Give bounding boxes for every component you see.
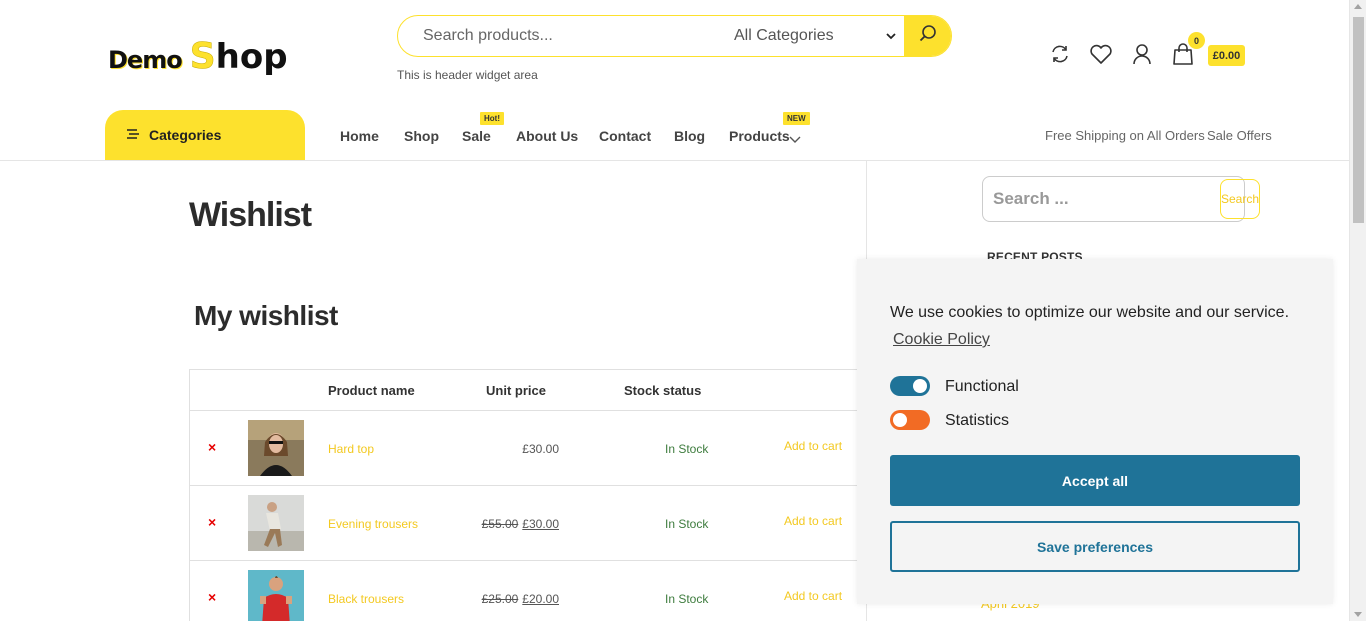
- cookie-policy-link[interactable]: Cookie Policy: [893, 331, 990, 349]
- statistics-label: Statistics: [945, 412, 1010, 429]
- sidebar-search: Search: [982, 176, 1261, 222]
- categories-button[interactable]: Categories: [105, 110, 305, 160]
- product-name-link[interactable]: Hard top: [328, 442, 374, 456]
- col-unit-price: Unit price: [486, 383, 546, 398]
- product-search-button[interactable]: [904, 16, 951, 56]
- chevron-down-icon: [789, 131, 801, 149]
- categories-label: Categories: [149, 127, 222, 143]
- header-divider: [0, 160, 1349, 161]
- product-thumbnail[interactable]: [248, 420, 304, 476]
- table-row: × Hard top £30.00 In Stock Add to cart: [190, 411, 869, 486]
- functional-toggle[interactable]: [890, 376, 930, 396]
- product-thumbnail[interactable]: [248, 495, 304, 551]
- nav-free-shipping[interactable]: Free Shipping on All Orders: [1045, 128, 1205, 143]
- wishlist-title: My wishlist: [194, 300, 338, 331]
- user-icon[interactable]: [1130, 42, 1154, 66]
- stock-status: In Stock: [665, 442, 709, 456]
- product-name-link[interactable]: Evening trousers: [328, 517, 418, 531]
- product-search-bar: All Categories: [397, 15, 952, 57]
- page-scrollbar[interactable]: [1349, 0, 1366, 621]
- product-search-input[interactable]: [398, 16, 724, 56]
- logo-text-demo: Demo: [108, 46, 183, 74]
- scroll-up-icon[interactable]: [1354, 4, 1362, 9]
- price-current: £20.00: [522, 592, 559, 606]
- cart-total[interactable]: £0.00: [1208, 45, 1245, 66]
- category-select-value: All Categories: [734, 27, 834, 44]
- price-old: £55.00: [481, 517, 519, 531]
- cart-count-badge: 0: [1188, 32, 1205, 49]
- toggle-knob: [913, 379, 927, 393]
- category-select[interactable]: All Categories: [724, 16, 904, 56]
- nav-sale-offers[interactable]: Sale Offers: [1207, 128, 1272, 143]
- nav-products[interactable]: Products: [729, 128, 790, 144]
- product-thumbnail[interactable]: [248, 570, 304, 621]
- save-preferences-button[interactable]: Save preferences: [890, 521, 1300, 572]
- nav-shop[interactable]: Shop: [404, 128, 439, 144]
- new-badge: NEW: [783, 112, 810, 125]
- header-widget-text: This is header widget area: [397, 68, 538, 82]
- compare-icon[interactable]: [1048, 42, 1072, 66]
- remove-item-button[interactable]: ×: [208, 439, 216, 455]
- unit-price: £25.00 £20.00: [482, 592, 559, 606]
- remove-item-button[interactable]: ×: [208, 514, 216, 530]
- functional-label: Functional: [945, 378, 1019, 395]
- search-icon: [918, 24, 938, 49]
- wishlist-table: Product name Unit price Stock status × H…: [189, 369, 869, 621]
- cookie-message: We use cookies to optimize our website a…: [890, 304, 1290, 321]
- nav-contact[interactable]: Contact: [599, 128, 651, 144]
- nav-blog[interactable]: Blog: [674, 128, 705, 144]
- cookie-consent-panel: We use cookies to optimize our website a…: [857, 259, 1333, 604]
- table-row: × Black trousers £25.00 £20.00 In Stock A…: [190, 561, 869, 621]
- add-to-cart-link[interactable]: Add to cart: [784, 589, 842, 603]
- site-logo[interactable]: Demo S hop: [108, 36, 288, 78]
- price-old: £25.00: [481, 592, 519, 606]
- scroll-down-icon[interactable]: [1354, 612, 1362, 617]
- sidebar-search-input[interactable]: [985, 179, 1220, 219]
- nav-about-us[interactable]: About Us: [516, 128, 578, 144]
- hot-badge: Hot!: [480, 112, 504, 125]
- price-current: £30.00: [522, 517, 559, 531]
- scrollbar-thumb[interactable]: [1353, 17, 1364, 223]
- col-stock-status: Stock status: [624, 383, 702, 398]
- stock-status: In Stock: [665, 592, 709, 606]
- menu-lines-icon: [127, 128, 139, 142]
- nav-home[interactable]: Home: [340, 128, 379, 144]
- accept-all-button[interactable]: Accept all: [890, 455, 1300, 506]
- unit-price: £55.00 £30.00: [482, 517, 559, 531]
- logo-text-s: S: [189, 36, 216, 78]
- col-product-name: Product name: [328, 383, 415, 398]
- add-to-cart-link[interactable]: Add to cart: [784, 439, 842, 453]
- remove-item-button[interactable]: ×: [208, 589, 216, 605]
- unit-price: £30.00: [522, 442, 559, 456]
- stock-status: In Stock: [665, 517, 709, 531]
- add-to-cart-link[interactable]: Add to cart: [784, 514, 842, 528]
- chevron-down-icon: [886, 29, 896, 43]
- product-name-link[interactable]: Black trousers: [328, 592, 404, 606]
- nav-sale[interactable]: Sale: [462, 128, 491, 144]
- statistics-toggle[interactable]: [890, 410, 930, 430]
- heart-icon[interactable]: [1089, 42, 1113, 66]
- table-header: Product name Unit price Stock status: [190, 370, 869, 411]
- toggle-knob: [893, 413, 907, 427]
- page-title: Wishlist: [189, 196, 312, 234]
- sidebar-search-button[interactable]: Search: [1220, 179, 1261, 219]
- price-current: £30.00: [522, 442, 559, 456]
- logo-text-hop: hop: [215, 37, 288, 77]
- table-row: × Evening trousers £55.00 £30.00 In Stock…: [190, 486, 869, 561]
